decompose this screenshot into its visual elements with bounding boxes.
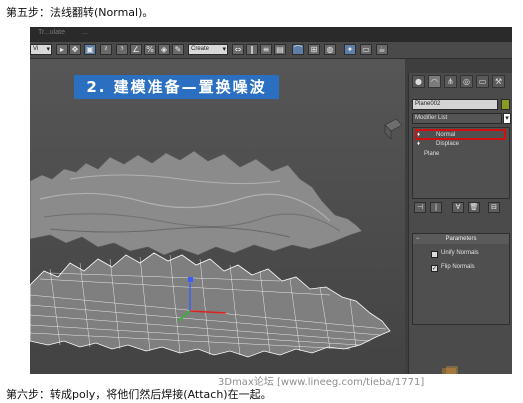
viewcube-icon[interactable] xyxy=(384,118,403,140)
unify-normals-checkbox[interactable] xyxy=(431,251,438,258)
hierarchy-tab-icon[interactable]: ⋔ xyxy=(444,75,457,88)
quick-render-icon[interactable]: ☕ xyxy=(376,44,388,55)
snap-3d-icon[interactable]: ³ xyxy=(116,44,128,55)
perspective-viewport[interactable]: 2. 建模准备—置换噪波 xyxy=(30,59,405,374)
step5-caption: 第五步：法线翻转(Normal)。 xyxy=(6,6,154,19)
configure-sets-icon[interactable]: ⊟ xyxy=(488,202,500,213)
unify-normals-label: Unify Normals xyxy=(441,250,479,256)
curve-editor-icon[interactable]: ⌒ xyxy=(292,44,304,55)
view-dropdown[interactable]: Vi xyxy=(30,44,52,55)
material-editor-icon[interactable]: ◍ xyxy=(324,44,336,55)
modifier-stack: ♦ Normal ♦ Displace Plane xyxy=(412,127,510,199)
stack-item-displace[interactable]: ♦ Displace xyxy=(414,140,508,149)
pin-stack-icon[interactable]: ⊣ xyxy=(414,202,426,213)
display-tab-icon[interactable]: ▭ xyxy=(476,75,489,88)
graphite-tools-icon[interactable]: ▤ xyxy=(274,44,286,55)
flip-normals-label: Flip Normals xyxy=(441,264,475,270)
snap-2d-icon[interactable]: ² xyxy=(100,44,112,55)
angle-snap-icon[interactable]: ∠ xyxy=(130,44,142,55)
flip-normals-checkbox[interactable]: ✓ xyxy=(431,265,438,272)
make-unique-icon[interactable]: ∀ xyxy=(452,202,464,213)
edit-named-selection-icon[interactable]: ✎ xyxy=(172,44,184,55)
percent-snap-icon[interactable]: % xyxy=(144,44,156,55)
object-color-swatch[interactable] xyxy=(501,99,510,110)
show-end-result-icon[interactable]: | xyxy=(430,202,442,213)
move-icon[interactable]: ✥ xyxy=(69,44,81,55)
terrain-render xyxy=(30,118,403,358)
remove-modifier-icon[interactable]: 🗑 xyxy=(468,202,480,213)
modify-tab-icon[interactable]: ◠ xyxy=(428,75,441,88)
stack-toolbar: ⊣ | ∀ 🗑 ⊟ xyxy=(412,202,510,214)
highlight-box xyxy=(415,129,506,140)
step6-caption: 第六步：转成poly，将他们然后焊接(Attach)在一起。 xyxy=(6,388,272,401)
chevron-down-icon[interactable]: ▾ xyxy=(503,113,511,124)
named-selection-dropdown[interactable]: Create Selection Se xyxy=(188,44,228,55)
parameters-rollout: − Parameters Unify Normals ✓ Flip Normal… xyxy=(412,233,510,325)
select-icon[interactable]: ▸ xyxy=(56,44,68,55)
menu-strip: Tr...ulate ... xyxy=(30,27,512,42)
main-toolbar: Vi ▸ ✥ ▣ ² ³ ∠ % ◈ ✎ Create Selection Se… xyxy=(30,42,512,59)
spinner-snap-icon[interactable]: ◈ xyxy=(158,44,170,55)
stack-item-plane[interactable]: Plane xyxy=(414,150,508,159)
lightbulb-icon[interactable]: ♦ xyxy=(417,140,420,149)
tutorial-step-banner: 2. 建模准备—置换噪波 xyxy=(74,75,279,99)
layer-manager-icon[interactable]: ≡ xyxy=(260,44,272,55)
menu-item-extra[interactable]: ... xyxy=(82,29,88,36)
menu-item-triangulate[interactable]: Tr...ulate xyxy=(38,29,65,36)
modifier-list-dropdown[interactable]: Modifier List xyxy=(412,113,502,124)
parameters-rollout-header[interactable]: − Parameters xyxy=(413,234,509,244)
command-panel-tabs: ● ◠ ⋔ ◎ ▭ ⚒ xyxy=(412,75,510,89)
3dsmax-screenshot: Tr...ulate ... Vi ▸ ✥ ▣ ² ³ ∠ % ◈ ✎ Crea… xyxy=(30,27,512,374)
create-tab-icon[interactable]: ● xyxy=(412,75,425,88)
align-icon[interactable]: ‖ xyxy=(246,44,258,55)
render-frame-icon[interactable]: ▭ xyxy=(360,44,372,55)
motion-tab-icon[interactable]: ◎ xyxy=(460,75,473,88)
lower-wireframe-mesh xyxy=(30,252,391,358)
mirror-icon[interactable]: ⇔ xyxy=(232,44,244,55)
command-panel: ● ◠ ⋔ ◎ ▭ ⚒ Plane002 Modifier List ▾ ♦ N… xyxy=(408,73,512,374)
render-setup-icon[interactable]: ✦ xyxy=(344,44,356,55)
site-logo-icon xyxy=(442,366,458,374)
object-name-field[interactable]: Plane002 xyxy=(412,99,498,110)
schematic-view-icon[interactable]: ⊞ xyxy=(308,44,320,55)
utilities-tab-icon[interactable]: ⚒ xyxy=(492,75,505,88)
select-region-icon[interactable]: ▣ xyxy=(84,44,96,55)
upper-terrain-mesh xyxy=(30,150,363,256)
